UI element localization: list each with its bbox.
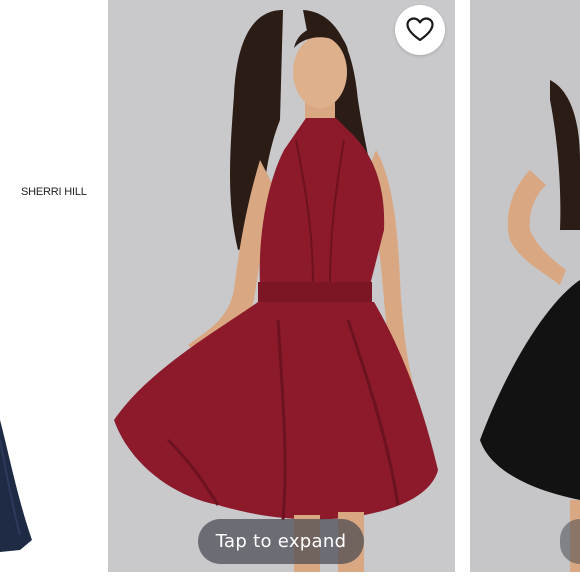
product-image-main[interactable] bbox=[108, 0, 455, 572]
product-image-left[interactable]: SHERRI HILL bbox=[0, 0, 92, 572]
product-image-right[interactable] bbox=[470, 0, 580, 572]
brand-label: SHERRI HILL bbox=[21, 186, 87, 198]
navy-dress-illustration bbox=[0, 0, 92, 572]
favorite-button[interactable] bbox=[395, 5, 445, 55]
black-dress-illustration bbox=[470, 0, 580, 572]
tap-to-expand-button[interactable]: Tap to expand bbox=[198, 519, 364, 564]
heart-outline-icon bbox=[406, 17, 434, 42]
burgundy-dress-illustration bbox=[108, 0, 455, 572]
tap-to-expand-label: Tap to expand bbox=[215, 531, 347, 552]
